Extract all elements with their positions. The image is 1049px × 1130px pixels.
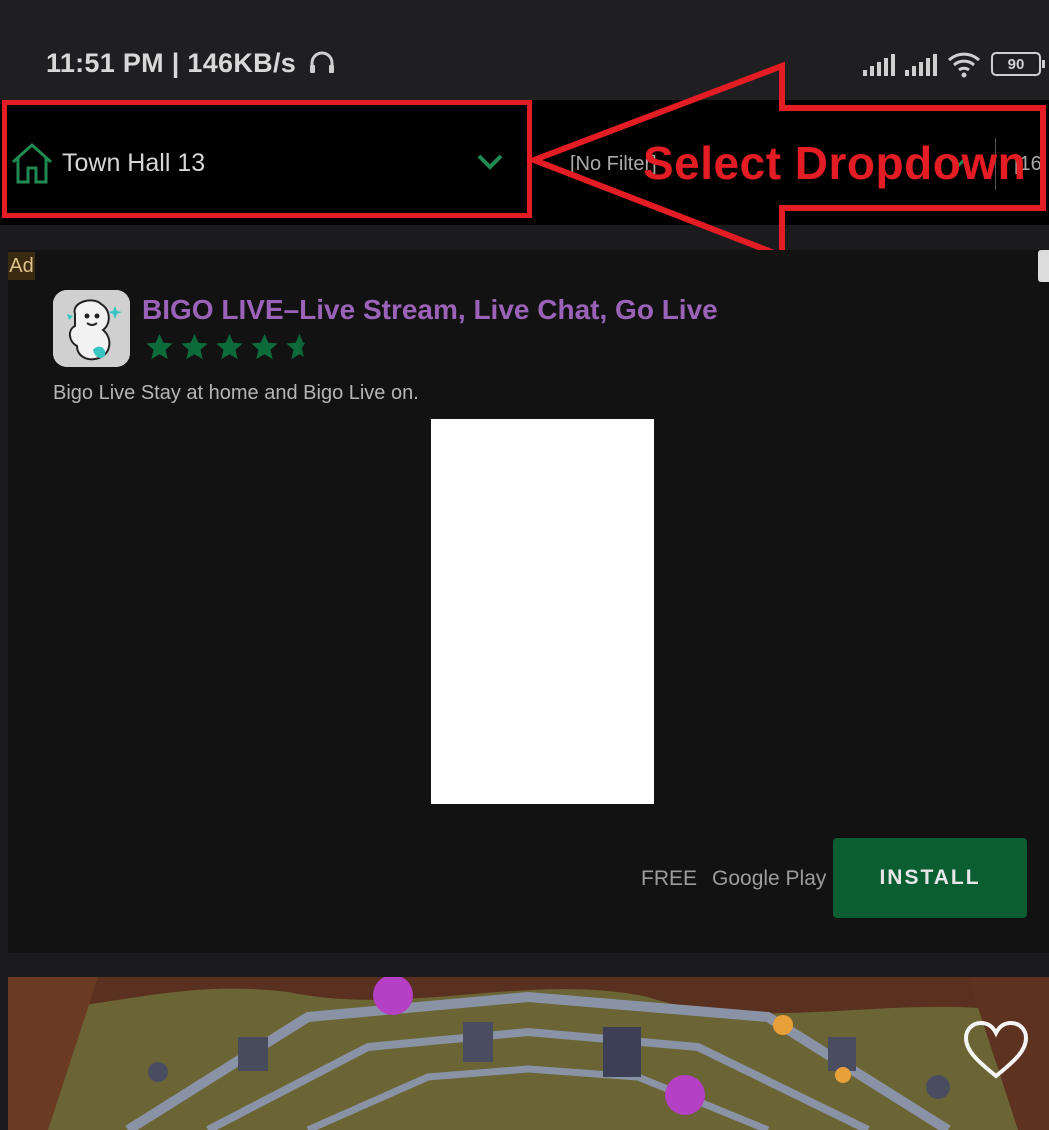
annotation-highlight-box	[2, 100, 532, 218]
ad-badge: Ad	[8, 252, 35, 280]
base-map-thumbnail	[8, 977, 1049, 1130]
install-button[interactable]: INSTALL	[833, 838, 1027, 918]
heart-icon[interactable]	[962, 1020, 1030, 1080]
app-icon[interactable]	[53, 290, 130, 367]
ad-app-title[interactable]: BIGO LIVE–Live Stream, Live Chat, Go Liv…	[142, 294, 718, 326]
headphones-icon	[309, 51, 334, 73]
adchoices-icon[interactable]	[1038, 250, 1049, 282]
annotation-text: Select Dropdown	[643, 137, 1027, 189]
ad-price: FREE	[641, 867, 698, 890]
ad-description: Bigo Live Stay at home and Bigo Live on.	[53, 382, 419, 404]
ad-store: Google Play	[712, 867, 827, 890]
status-time-text: 11:51 PM | 146KB/s	[46, 48, 297, 78]
bigo-mascot-icon	[53, 290, 130, 367]
star-icon	[251, 333, 278, 360]
star-icon	[146, 333, 173, 360]
ad-media-image[interactable]	[431, 419, 654, 804]
rating-stars	[144, 332, 315, 362]
base-layout-image[interactable]	[8, 977, 1049, 1130]
star-icon	[216, 333, 243, 360]
half-star-icon	[286, 333, 306, 360]
status-time-speed: 11:51 PM | 146KB/s	[46, 48, 336, 79]
star-icon	[181, 333, 208, 360]
